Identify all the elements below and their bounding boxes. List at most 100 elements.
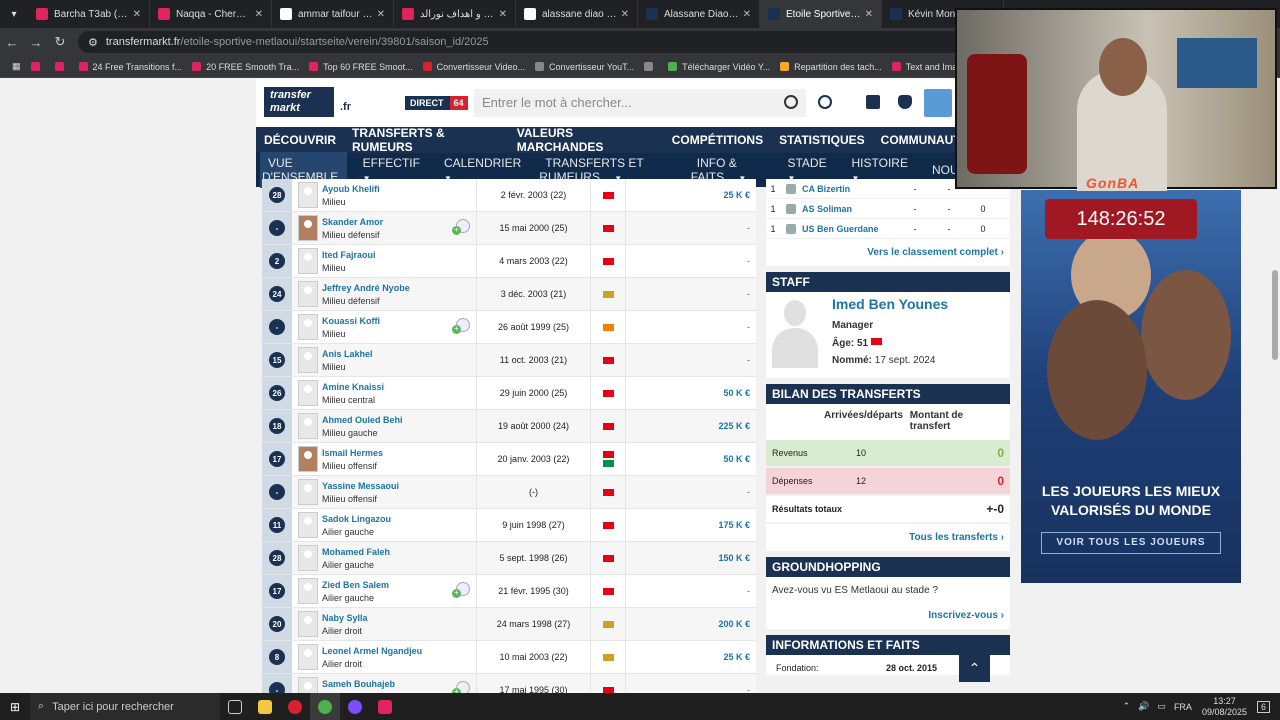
full-ranking-link[interactable]: Vers le classement complet › [766,239,1010,266]
player-avatar[interactable] [298,215,318,241]
market-value[interactable]: 25 K € [626,652,756,662]
back-icon[interactable]: ← [0,35,24,50]
search-input[interactable]: Entrer le mot à chercher... [474,89,806,117]
task-view-icon[interactable] [220,693,250,720]
market-value[interactable]: 175 K € [626,520,756,530]
language-indicator[interactable]: FRA [1174,702,1192,712]
browser-tab[interactable]: Barcha T3ab (ElGrand ✕ [28,0,150,28]
market-value[interactable]: 225 K € [626,421,756,431]
browser-tab[interactable]: مهارات و اهداف نورالد ✕ [394,0,516,28]
player-avatar[interactable] [298,413,318,439]
windows-start-icon[interactable]: ⊞ [0,700,30,714]
tab-search-icon[interactable]: ▾ [0,0,28,28]
player-name-link[interactable]: Amine Knaissi [322,382,384,392]
player-name-link[interactable]: Anis Lakhel [322,349,373,359]
browser-tab[interactable]: Alassane Diao - Profi ✕ [638,0,760,28]
file-explorer-icon[interactable] [250,693,280,720]
chrome-icon[interactable] [310,693,340,720]
player-name-link[interactable]: Kouassi Koffi [322,316,380,326]
all-transfers-link[interactable]: Tous les transferts › [766,524,1010,551]
media-player-icon[interactable] [340,693,370,720]
close-icon[interactable]: ✕ [499,9,507,20]
bookmark-item[interactable]: Top 60 FREE Smoot... [309,62,413,72]
main-nav-item[interactable]: DÉCOUVRIR [264,133,336,147]
ranking-team-link[interactable]: CA Bizertin [802,184,898,194]
account-icon[interactable] [924,89,952,117]
player-avatar[interactable] [298,545,318,571]
joined-club-icon[interactable] [452,318,470,334]
player-name-link[interactable]: Yassine Messaoui [322,481,399,491]
player-avatar[interactable] [298,314,318,340]
bookmark-item[interactable]: Télécharger Vidéo Y... [668,62,770,72]
player-name-link[interactable]: Ayoub Khelifi [322,184,380,194]
browser-tab[interactable]: Naqqa - Chera3 C ✕ [150,0,272,28]
main-nav-item[interactable]: STATISTIQUES [779,133,865,147]
tray-chevron-icon[interactable]: ⌃ [1123,701,1131,712]
apps-icon[interactable]: ▦ [12,61,21,72]
player-name-link[interactable]: Mohamed Faleh [322,547,390,557]
joined-club-icon[interactable] [452,681,470,693]
player-name-link[interactable]: Zied Ben Salem [322,580,389,590]
market-value[interactable]: 200 K € [626,619,756,629]
player-name-link[interactable]: Skander Amor [322,217,383,227]
player-name-link[interactable]: Ited Fajraoui [322,250,376,260]
bookmark-item[interactable]: 20 FREE Smooth Tra... [192,62,299,72]
forward-icon[interactable]: → [24,35,48,50]
player-name-link[interactable]: Naby Sylla [322,613,368,623]
close-icon[interactable]: ✕ [377,9,385,20]
browser-tab[interactable]: ammar taifour - Rech ✕ [272,0,394,28]
player-name-link[interactable]: Ahmed Ouled Behi [322,415,403,425]
player-avatar[interactable] [298,182,318,208]
player-avatar[interactable] [298,248,318,274]
transfermarkt-logo[interactable]: transfer markt [264,87,334,117]
player-avatar[interactable] [298,446,318,472]
volume-icon[interactable]: 🔊 [1138,701,1149,712]
manager-name[interactable]: Imed Ben Younes [832,296,948,312]
bookmark-item[interactable] [30,62,45,72]
bookmark-item[interactable]: Repartition des tach... [780,62,882,72]
player-avatar[interactable] [298,347,318,373]
live-button[interactable]: DIRECT 64 [405,96,468,110]
close-icon[interactable]: ✕ [865,9,873,20]
app-icon[interactable] [370,693,400,720]
player-avatar[interactable] [298,512,318,538]
see-all-players-button[interactable]: VOIR TOUS LES JOUEURS [1041,532,1221,554]
market-value[interactable]: 25 K € [626,190,756,200]
taskbar-search[interactable]: ⌕ Taper ici pour rechercher [30,693,220,720]
bookmark-item[interactable]: Convertisseur Video... [422,62,525,72]
ranking-team-link[interactable]: AS Soliman [802,204,898,214]
player-name-link[interactable]: Jeffrey André Nyobe [322,283,410,293]
main-nav-item[interactable]: TRANSFERTS & RUMEURS [352,126,501,154]
player-avatar[interactable] [298,281,318,307]
close-icon[interactable]: ✕ [133,9,141,20]
bookmark-item[interactable]: Convertisseur YouT... [535,62,634,72]
main-nav-item[interactable]: COMPÉTITIONS [672,133,763,147]
player-avatar[interactable] [298,479,318,505]
search-icon[interactable] [784,95,798,109]
scroll-to-top-icon[interactable]: ⌃ [959,654,990,682]
clock[interactable]: 13:27 09/08/2025 [1202,696,1247,718]
ranking-team-link[interactable]: US Ben Guerdane [802,224,898,234]
market-value[interactable]: 50 K € [626,454,756,464]
network-icon[interactable]: ▭ [1157,701,1166,712]
player-name-link[interactable]: Ismail Hermes [322,448,383,458]
close-icon[interactable]: ✕ [255,9,263,20]
scrollbar-thumb[interactable] [1272,270,1278,360]
user-search-icon[interactable] [818,95,832,109]
player-avatar[interactable] [298,578,318,604]
player-name-link[interactable]: Sameh Bouhajeb [322,679,395,689]
player-avatar[interactable] [298,611,318,637]
player-name-link[interactable]: Sadok Lingazou [322,514,391,524]
joined-club-icon[interactable] [452,582,470,598]
close-icon[interactable]: ✕ [743,9,751,20]
shield-icon[interactable] [898,95,912,109]
browser-tab[interactable]: Etoile Sportive Metlac ✕ [760,0,882,28]
market-value[interactable]: 150 K € [626,553,756,563]
bookmark-item[interactable] [644,62,658,72]
market-value[interactable]: 50 K € [626,388,756,398]
close-icon[interactable]: ✕ [621,9,629,20]
register-link[interactable]: Inscrivez-vous › [766,602,1010,629]
browser-tab[interactable]: alassane diao - Reche ✕ [516,0,638,28]
app-icon[interactable] [280,693,310,720]
bookmark-item[interactable] [54,62,69,72]
